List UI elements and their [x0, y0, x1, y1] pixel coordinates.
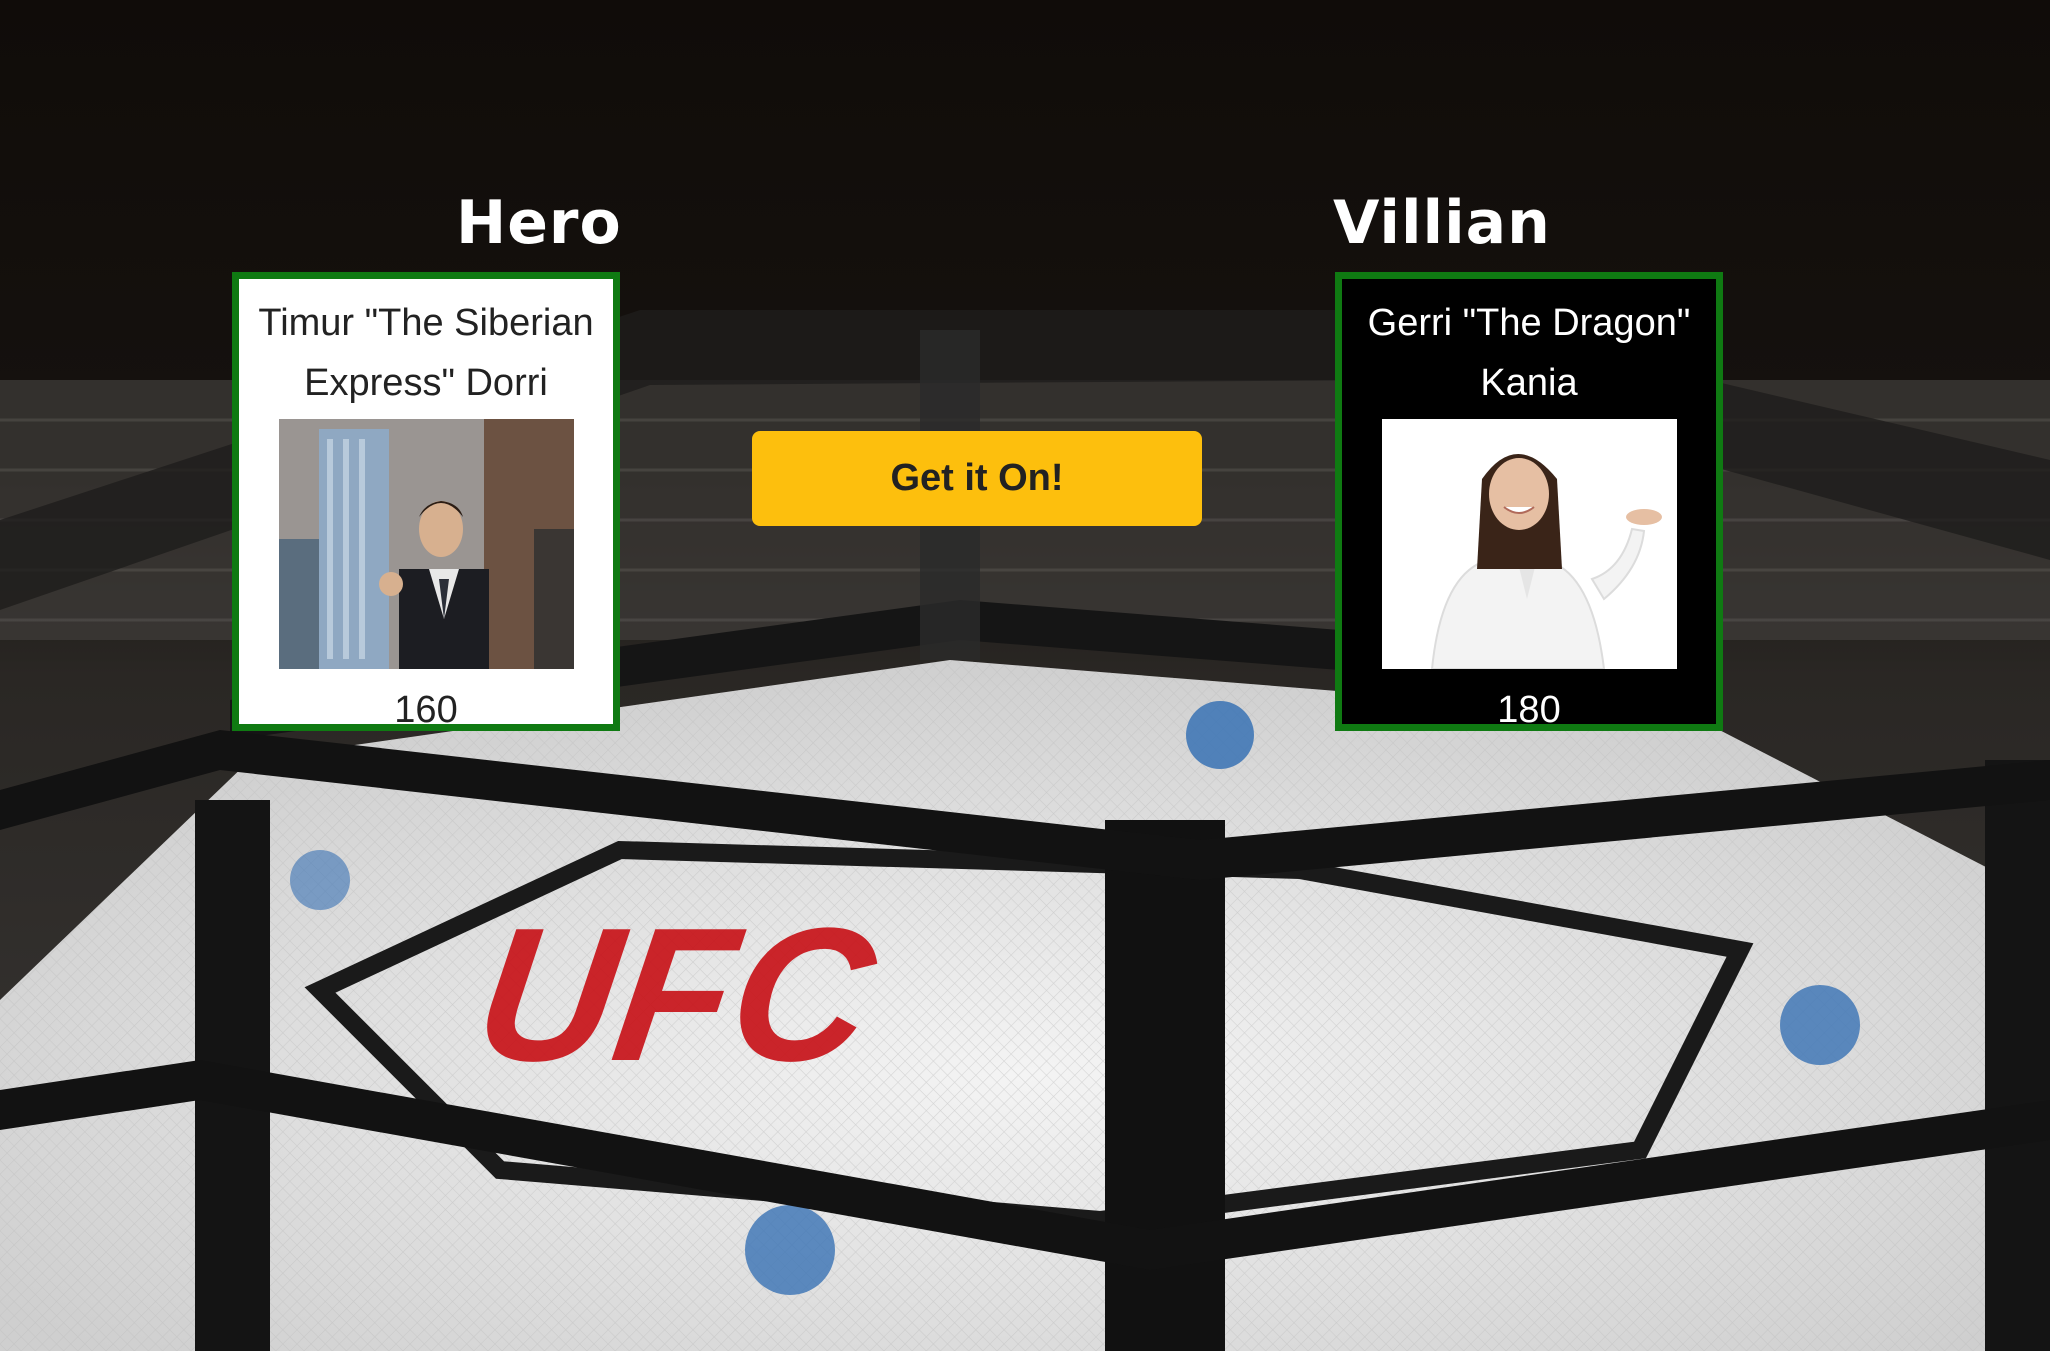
villain-score: 180 [1497, 689, 1561, 731]
villain-name: Gerri "The Dragon" Kania [1367, 302, 1691, 404]
hero-card[interactable]: Timur "The Siberian Express" Dorri 160 [232, 272, 620, 731]
hero-score: 160 [394, 689, 458, 731]
get-it-on-button[interactable]: Get it On! [752, 431, 1202, 526]
villain-card[interactable]: Gerri "The Dragon" Kania 180 [1335, 272, 1723, 731]
villain-heading: Villian [1333, 188, 1551, 258]
hero-heading: Hero [456, 188, 622, 258]
ufc-logo: UFC [465, 889, 888, 1101]
man-in-suit-photo [278, 419, 574, 669]
hero-name: Timur "The Siberian Express" Dorri [258, 302, 594, 404]
woman-in-white-suit-photo [1381, 419, 1677, 669]
page: UFC Hero Timur "The Siberian Express" Do… [0, 0, 2050, 1351]
